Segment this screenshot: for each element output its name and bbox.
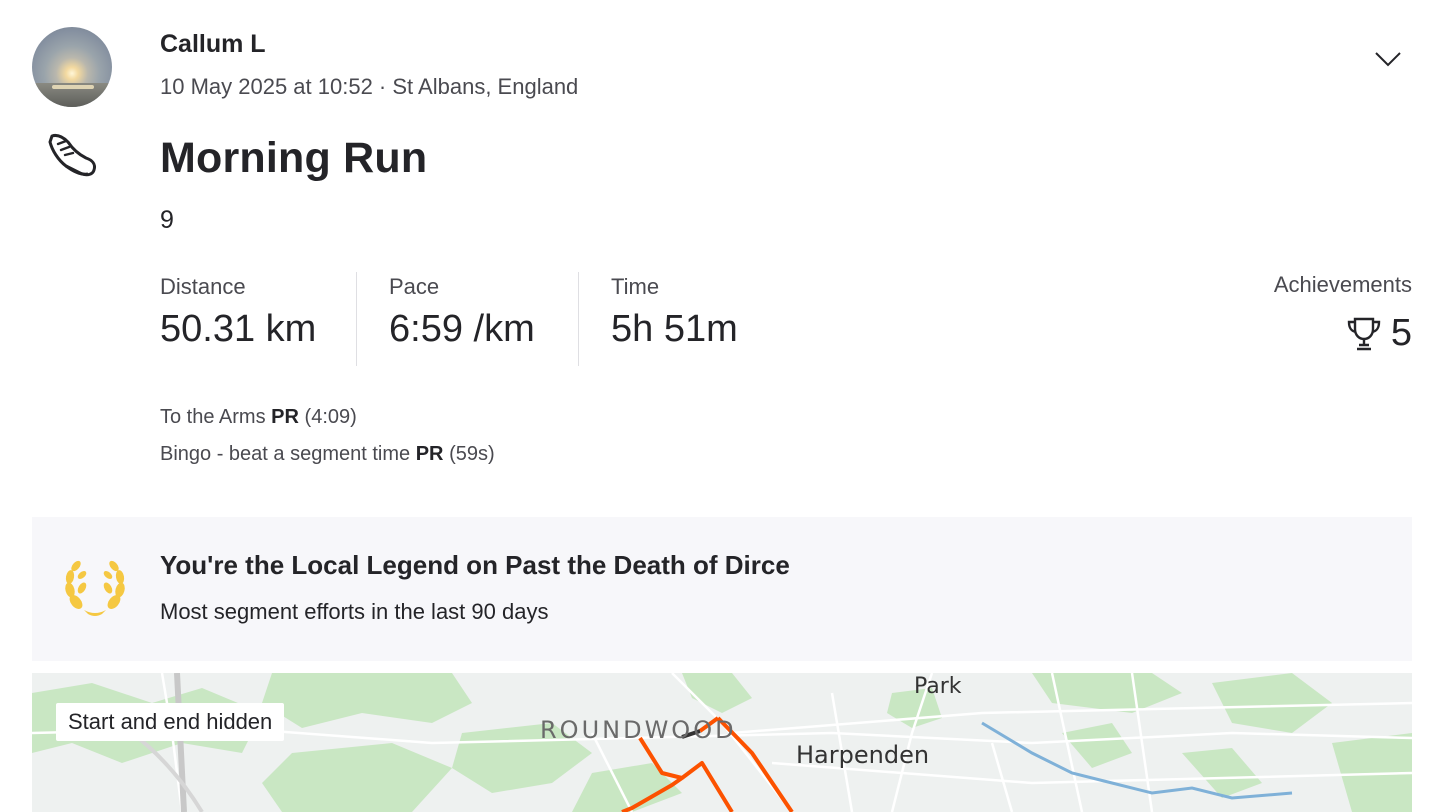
stat-value: 6:59 /km: [389, 308, 535, 350]
stat-label: Pace: [389, 274, 440, 299]
achievements-number: 5: [1390, 312, 1412, 354]
map-label-park: Park: [914, 674, 962, 699]
map-privacy-badge: Start and end hidden: [56, 703, 285, 741]
segment-name[interactable]: To the Arms: [160, 406, 266, 428]
running-shoe-icon: [44, 128, 100, 184]
laurel-icon: [62, 558, 128, 618]
athlete-name[interactable]: Callum L: [160, 30, 266, 59]
segment-pr-row[interactable]: To the Arms PR (4:09): [160, 406, 357, 429]
segment-time: (59s): [449, 443, 495, 465]
achievements-count[interactable]: 5: [1345, 312, 1412, 355]
achievements-label: Achievements: [1273, 272, 1412, 297]
segment-pr-row[interactable]: Bingo - beat a segment time PR (59s): [160, 443, 495, 466]
map-label-roundwood: ROUNDWOOD: [540, 716, 737, 744]
pr-badge: PR: [271, 406, 299, 428]
stat-value: 50.31 km: [160, 308, 317, 350]
stat-label: Distance: [160, 274, 246, 299]
local-legend-card[interactable]: [32, 517, 1412, 661]
trophy-icon: [1347, 317, 1381, 350]
pr-badge: PR: [415, 443, 444, 465]
activity-description: 9: [160, 206, 174, 234]
route-map[interactable]: Park ROUNDWOOD Harpenden: [32, 673, 1412, 812]
map-label-harpenden: Harpenden: [796, 741, 930, 769]
stat-pace: Pace 6:59 /km: [389, 274, 535, 351]
activity-title[interactable]: Morning Run: [160, 134, 427, 183]
stat-divider: [578, 272, 579, 366]
stat-value: 5h 51m: [611, 308, 738, 350]
athlete-avatar[interactable]: [32, 27, 112, 107]
local-legend-subtitle: Most segment efforts in the last 90 days: [160, 599, 549, 624]
local-legend-title[interactable]: You're the Local Legend on Past the Deat…: [160, 550, 790, 581]
activity-meta: 10 May 2025 at 10:52 · St Albans, Englan…: [160, 74, 579, 99]
segment-time: (4:09): [304, 406, 357, 428]
stat-label: Time: [611, 274, 660, 299]
stat-time: Time 5h 51m: [611, 274, 738, 351]
segment-name[interactable]: Bingo - beat a segment time: [160, 443, 410, 465]
stat-distance: Distance 50.31 km: [160, 274, 316, 351]
stat-divider: [356, 272, 357, 366]
chevron-down-icon[interactable]: [1372, 44, 1404, 76]
